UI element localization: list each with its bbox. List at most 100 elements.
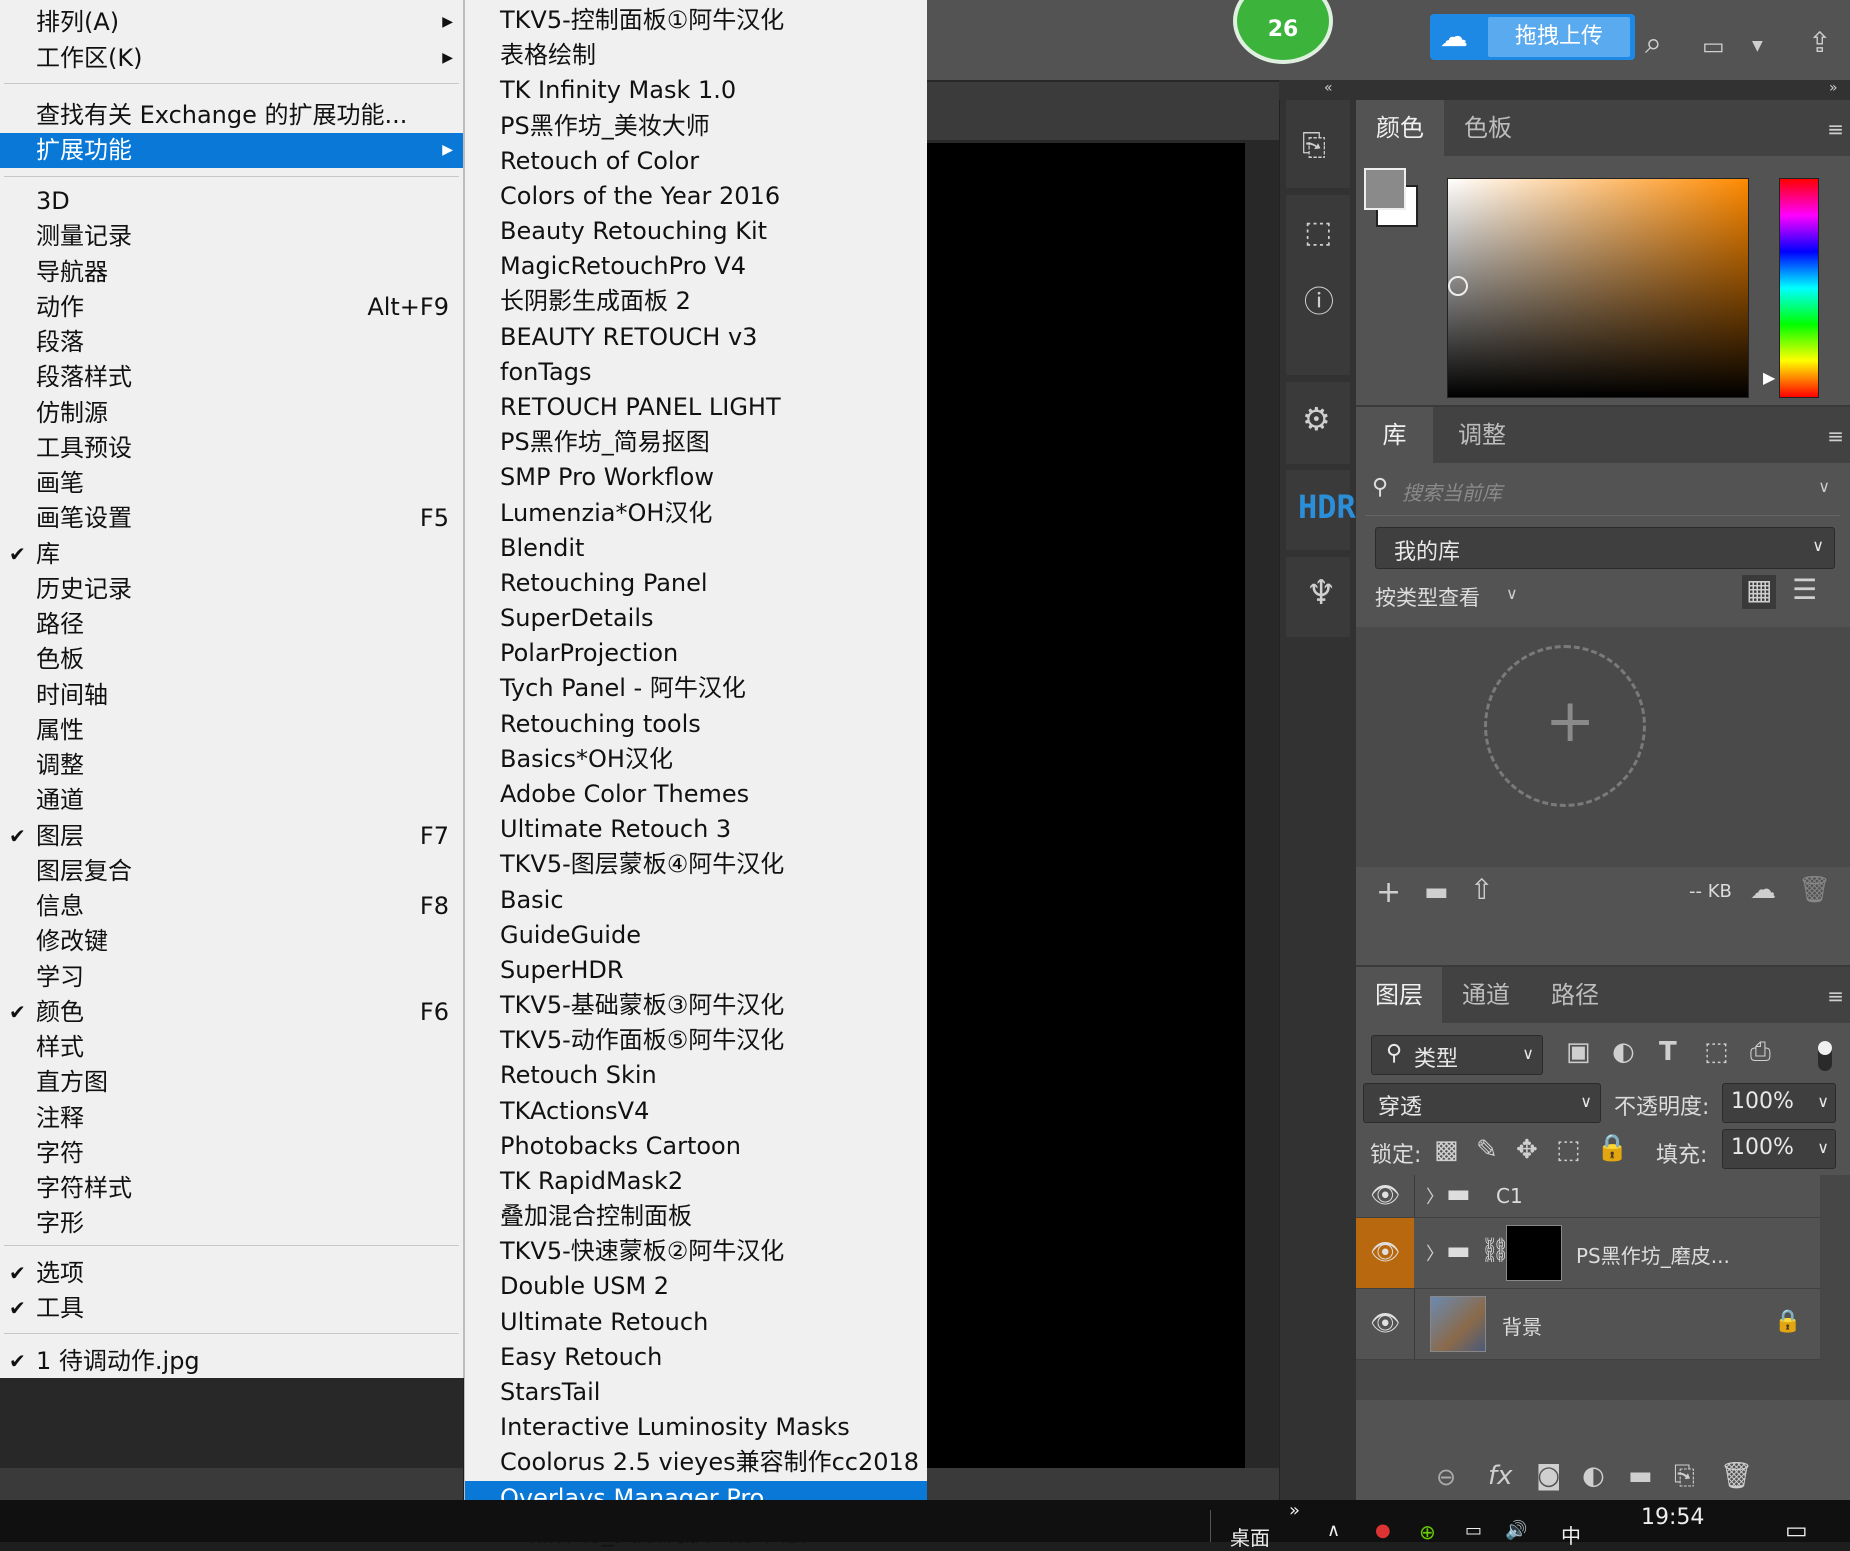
toolbar-expand-icon[interactable]: » bbox=[1289, 1500, 1300, 1521]
extension-menu-item[interactable]: Ultimate Retouch bbox=[465, 1305, 927, 1340]
hue-slider[interactable] bbox=[1779, 178, 1819, 398]
extension-menu-item[interactable]: Blendit bbox=[465, 531, 927, 566]
extension-menu-item[interactable]: Basic bbox=[465, 883, 927, 918]
menu-item[interactable]: 注释 bbox=[0, 1101, 463, 1136]
extension-menu-item[interactable]: TKV5-基础蒙板③阿牛汉化 bbox=[465, 988, 927, 1023]
menu-item[interactable]: 工作区(K) ▶ bbox=[0, 41, 463, 76]
volume-icon[interactable]: 🔊 bbox=[1505, 1520, 1527, 1541]
collapse-left-icon[interactable]: « bbox=[1324, 80, 1333, 96]
lock-pixels-icon[interactable]: ✎ bbox=[1476, 1135, 1498, 1165]
add-mask-icon[interactable]: ◙ bbox=[1536, 1461, 1561, 1491]
extension-menu-item[interactable]: 长阴影生成面板 2 bbox=[465, 284, 927, 319]
clock[interactable]: 19:54 bbox=[1641, 1505, 1704, 1530]
trash-icon[interactable]: 🗑 bbox=[1798, 875, 1831, 905]
extension-menu-item[interactable]: TKV5-动作面板⑤阿牛汉化 bbox=[465, 1023, 927, 1058]
notification-icon[interactable]: ▭ bbox=[1785, 1516, 1808, 1544]
link-layers-icon[interactable]: ⊖ bbox=[1436, 1463, 1456, 1491]
menu-item[interactable]: 色板 bbox=[0, 642, 463, 677]
layer-row[interactable]: 👁 背景 🔒 bbox=[1356, 1289, 1820, 1360]
menu-item[interactable]: 通道 bbox=[0, 783, 463, 818]
menu-item[interactable]: 字符样式 bbox=[0, 1171, 463, 1206]
new-group-icon[interactable]: ▬ bbox=[1628, 1461, 1653, 1491]
menu-item[interactable]: 画笔 bbox=[0, 466, 463, 501]
extension-menu-item[interactable]: TKV5-控制面板①阿牛汉化 bbox=[465, 3, 927, 38]
tab-channels[interactable]: 通道 bbox=[1442, 967, 1530, 1023]
tray-app-icon[interactable]: ● bbox=[1375, 1520, 1391, 1541]
fx-icon[interactable]: fx bbox=[1488, 1461, 1513, 1491]
layer-filter-select[interactable]: ⚲ 类型 ∨ bbox=[1371, 1035, 1543, 1075]
adjustment-layer-icon[interactable]: ◐ bbox=[1582, 1461, 1605, 1491]
panel-menu-icon[interactable]: ≡ bbox=[1827, 984, 1844, 1008]
extension-menu-item[interactable]: Photobacks Cartoon bbox=[465, 1129, 927, 1164]
image-filter-icon[interactable]: ▣ bbox=[1566, 1037, 1591, 1067]
upload-button[interactable]: ☁ 拖拽上传 bbox=[1430, 14, 1635, 60]
menu-item[interactable]: 信息 F8 bbox=[0, 889, 463, 924]
canvas[interactable] bbox=[927, 143, 1245, 1468]
extension-menu-item[interactable]: Easy Retouch bbox=[465, 1340, 927, 1375]
extension-menu-item[interactable]: SuperHDR bbox=[465, 953, 927, 988]
extension-menu-item[interactable]: Coolorus 2.5 vieyes兼容制作cc2018 bbox=[465, 1445, 927, 1480]
extension-menu-item[interactable]: TKV5-快速蒙板②阿牛汉化 bbox=[465, 1234, 927, 1269]
layer-mask-thumbnail[interactable] bbox=[1506, 1225, 1562, 1281]
extension-menu-item[interactable]: 叠加混合控制面板 bbox=[465, 1199, 927, 1234]
layer-thumbnail[interactable] bbox=[1430, 1296, 1486, 1352]
opacity-input[interactable]: 100% ∨ bbox=[1722, 1083, 1836, 1123]
extension-menu-item[interactable]: Lumenzia*OH汉化 bbox=[465, 496, 927, 531]
lock-artboard-icon[interactable]: ⬚ bbox=[1556, 1135, 1581, 1165]
cloud-sync-icon[interactable]: ☁ bbox=[1750, 875, 1776, 905]
list-view-icon[interactable]: ☰ bbox=[1792, 573, 1817, 606]
panel-menu-icon[interactable]: ≡ bbox=[1827, 117, 1844, 141]
tab-color[interactable]: 颜色 bbox=[1356, 100, 1444, 156]
search-icon[interactable]: ⌕ bbox=[1645, 26, 1662, 61]
new-layer-icon[interactable]: ⎘ bbox=[1674, 1461, 1695, 1492]
menu-item[interactable]: 工具预设 bbox=[0, 431, 463, 466]
menu-item[interactable]: ✔ 选项 bbox=[0, 1256, 463, 1291]
menu-item[interactable]: 动作 Alt+F9 bbox=[0, 290, 463, 325]
plus-icon[interactable]: + bbox=[1376, 875, 1401, 910]
extension-menu-item[interactable]: TKActionsV4 bbox=[465, 1094, 927, 1129]
tab-paths[interactable]: 路径 bbox=[1530, 967, 1620, 1023]
menu-item[interactable]: 字符 bbox=[0, 1136, 463, 1171]
menu-item[interactable]: 学习 bbox=[0, 960, 463, 995]
shape-filter-icon[interactable]: ⬚ bbox=[1704, 1037, 1729, 1067]
adjustment-filter-icon[interactable]: ◐ bbox=[1612, 1037, 1635, 1067]
lock-icon[interactable]: 🔒 bbox=[1774, 1309, 1801, 1334]
extension-menu-item[interactable]: fonTags bbox=[465, 355, 927, 390]
extension-menu-item[interactable]: Retouching Panel bbox=[465, 566, 927, 601]
3d-cube-icon[interactable]: ⬚ bbox=[1304, 215, 1332, 250]
trash-icon[interactable]: 🗑 bbox=[1720, 1461, 1753, 1491]
menu-item[interactable]: 直方图 bbox=[0, 1065, 463, 1100]
chevron-down-icon[interactable]: ∨ bbox=[1818, 477, 1830, 496]
extension-menu-item[interactable]: Retouch of Color bbox=[465, 144, 927, 179]
eye-icon[interactable]: 👁 bbox=[1370, 1181, 1400, 1209]
extension-menu-item[interactable]: TK Infinity Mask 1.0 bbox=[465, 73, 927, 108]
share-icon[interactable]: ⇪ bbox=[1808, 26, 1831, 59]
extension-menu-item[interactable]: GuideGuide bbox=[465, 918, 927, 953]
info-icon[interactable]: ⓘ bbox=[1304, 277, 1334, 321]
chevron-right-icon[interactable]: 〉 bbox=[1426, 1183, 1444, 1209]
lock-transparency-icon[interactable]: ▩ bbox=[1434, 1135, 1459, 1165]
chevron-right-icon[interactable]: 〉 bbox=[1426, 1240, 1444, 1266]
tab-swatches[interactable]: 色板 bbox=[1444, 100, 1532, 156]
settings-panel-button[interactable]: ⚙ bbox=[1286, 382, 1350, 464]
lock-position-icon[interactable]: ✥ bbox=[1516, 1135, 1538, 1165]
fill-input[interactable]: 100% ∨ bbox=[1722, 1129, 1836, 1169]
extension-menu-item[interactable]: PS黑作坊_简易抠图 bbox=[465, 425, 927, 460]
hue-slider-handle[interactable]: ▶ bbox=[1763, 368, 1775, 387]
menu-item[interactable]: 时间轴 bbox=[0, 678, 463, 713]
add-asset-drop-zone[interactable]: + bbox=[1484, 645, 1646, 807]
menu-item[interactable]: ✔ 工具 bbox=[0, 1291, 463, 1326]
menu-item[interactable]: ✔ 图层 F7 bbox=[0, 819, 463, 854]
upload-icon[interactable]: ⇧ bbox=[1470, 873, 1493, 906]
type-filter-icon[interactable]: T bbox=[1659, 1037, 1677, 1067]
menu-item[interactable]: 3D bbox=[0, 184, 463, 219]
chevron-down-icon[interactable]: ∨ bbox=[1506, 584, 1518, 603]
workspace-icon[interactable]: ▭ bbox=[1702, 32, 1725, 60]
menu-item[interactable]: 图层复合 bbox=[0, 854, 463, 889]
desktop-toolbar[interactable]: 桌面 bbox=[1230, 1522, 1270, 1551]
menu-item[interactable]: 字形 bbox=[0, 1206, 463, 1241]
extension-menu-item[interactable]: Interactive Luminosity Masks bbox=[465, 1410, 927, 1445]
tool-panel-button[interactable]: ♆ bbox=[1286, 557, 1350, 637]
ime-indicator[interactable]: 中 bbox=[1561, 1520, 1581, 1549]
menu-item[interactable]: 测量记录 bbox=[0, 219, 463, 254]
